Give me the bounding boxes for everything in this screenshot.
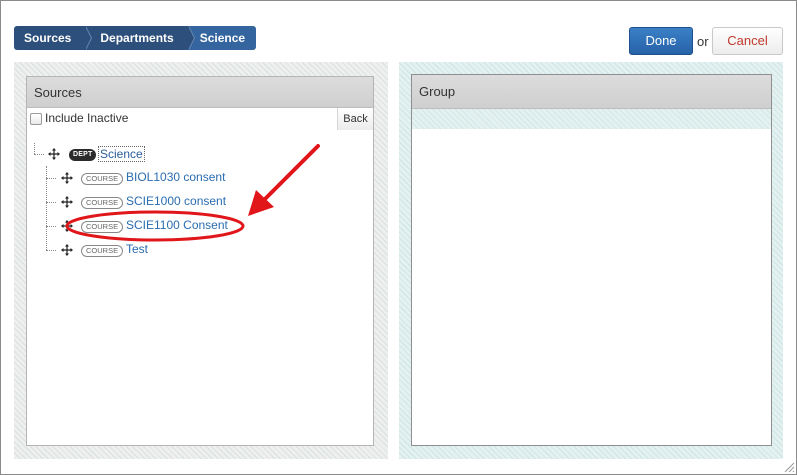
tree-connector bbox=[46, 250, 56, 251]
move-icon[interactable] bbox=[61, 172, 73, 184]
tree-node-label-test[interactable]: Test bbox=[126, 242, 148, 256]
move-icon[interactable] bbox=[61, 244, 73, 256]
dept-badge: DEPT bbox=[69, 149, 97, 161]
move-icon[interactable] bbox=[61, 196, 73, 208]
resize-grip-icon[interactable] bbox=[783, 461, 795, 473]
group-panel-title: Group bbox=[412, 75, 771, 109]
tree-connector bbox=[46, 226, 56, 227]
tree-node-label-biol1030[interactable]: BIOL1030 consent bbox=[126, 170, 225, 184]
sources-panel: Sources Include Inactive Back bbox=[26, 76, 374, 446]
breadcrumb-item-sources[interactable]: Sources bbox=[14, 26, 93, 50]
move-icon[interactable] bbox=[61, 220, 73, 232]
course-badge: COURSE bbox=[81, 221, 124, 233]
breadcrumb: Sources Departments Science bbox=[14, 26, 257, 50]
group-drop-zone[interactable] bbox=[412, 109, 771, 129]
include-inactive-row: Include Inactive Back bbox=[27, 108, 373, 130]
include-inactive-label[interactable]: Include Inactive bbox=[45, 111, 128, 125]
tree-connector bbox=[34, 143, 35, 154]
tree-connector bbox=[34, 154, 44, 155]
course-badge: COURSE bbox=[81, 245, 124, 257]
breadcrumb-item-science[interactable]: Science bbox=[187, 26, 257, 50]
cancel-button[interactable]: Cancel bbox=[712, 27, 783, 55]
back-button[interactable]: Back bbox=[337, 108, 373, 130]
tree-connector bbox=[46, 178, 56, 179]
sources-panel-title: Sources bbox=[27, 77, 373, 108]
tree-node-label-science[interactable]: Science bbox=[98, 146, 145, 162]
tree-connector bbox=[46, 202, 56, 203]
include-inactive-checkbox[interactable] bbox=[30, 113, 42, 125]
move-icon[interactable] bbox=[48, 148, 60, 160]
done-button[interactable]: Done bbox=[629, 27, 693, 55]
tree-node-label-scie1000[interactable]: SCIE1000 consent bbox=[126, 194, 226, 208]
tree-node-label-scie1100[interactable]: SCIE1100 Consent bbox=[126, 218, 228, 232]
breadcrumb-item-departments[interactable]: Departments bbox=[85, 26, 196, 50]
course-badge: COURSE bbox=[81, 197, 124, 209]
group-panel: Group bbox=[411, 74, 772, 446]
or-separator-text: or bbox=[697, 34, 709, 49]
course-badge: COURSE bbox=[81, 173, 124, 185]
